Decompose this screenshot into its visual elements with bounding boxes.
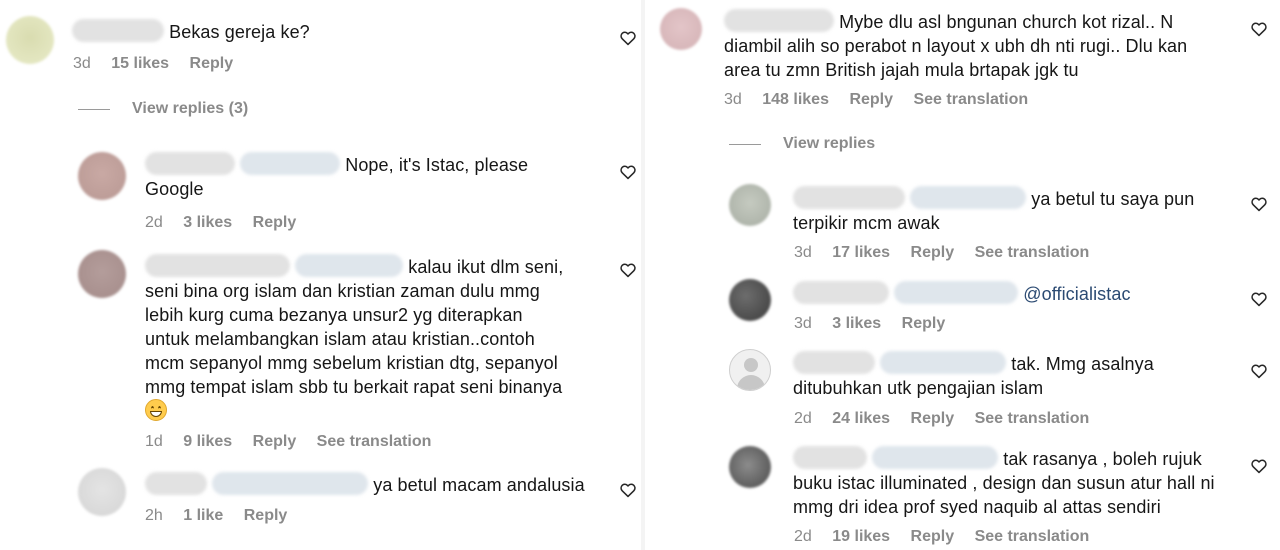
blurred-mention[interactable]: [880, 351, 1007, 374]
view-replies-button[interactable]: View replies: [729, 135, 875, 153]
reply-button[interactable]: Reply: [190, 55, 234, 72]
grinning-face-emoji: [145, 399, 167, 421]
see-translation-button[interactable]: See translation: [975, 410, 1090, 427]
reply-button[interactable]: Reply: [902, 315, 946, 332]
comment-text: tak. Mmg asalnya ditubuhkan utk pengajia…: [793, 351, 1233, 400]
avatar[interactable]: [78, 250, 126, 298]
avatar[interactable]: [660, 8, 702, 50]
likes-count[interactable]: 19 likes: [832, 528, 890, 545]
reply-button[interactable]: Reply: [911, 244, 955, 261]
likes-count[interactable]: 1 like: [183, 507, 223, 524]
heart-icon[interactable]: [619, 163, 637, 181]
view-replies-label: View replies (3): [132, 100, 249, 117]
reply-button[interactable]: Reply: [911, 410, 955, 427]
comment-time: 2d: [794, 410, 812, 427]
comment-meta: 2d 24 likes Reply See translation: [794, 409, 1105, 429]
likes-count[interactable]: 148 likes: [762, 91, 829, 108]
heart-icon[interactable]: [1250, 290, 1268, 308]
comment-time: 2d: [145, 214, 163, 231]
comment-meta: 3d 3 likes Reply: [794, 314, 961, 334]
heart-icon[interactable]: [619, 481, 637, 499]
comment-text: ya betul macam andalusia: [145, 472, 615, 497]
comment-text: Nope, it's Istac, please Google: [145, 152, 605, 201]
heart-icon[interactable]: [1250, 20, 1268, 38]
avatar[interactable]: [729, 279, 771, 321]
comment-text: Bekas gereja ke?: [72, 19, 592, 44]
view-replies-button[interactable]: View replies (3): [78, 100, 248, 118]
reply-button[interactable]: Reply: [253, 433, 297, 450]
blurred-username[interactable]: [793, 351, 875, 374]
comment-time: 1d: [145, 433, 163, 450]
blurred-mention[interactable]: [295, 254, 404, 277]
see-translation-button[interactable]: See translation: [975, 528, 1090, 545]
see-translation-button[interactable]: See translation: [317, 433, 432, 450]
heart-icon[interactable]: [1250, 457, 1268, 475]
right-comments-panel: Mybe dlu asl bngunan church kot rizal.. …: [645, 0, 1280, 550]
likes-count[interactable]: 3 likes: [832, 315, 881, 332]
comment-text: Mybe dlu asl bngunan church kot rizal.. …: [724, 9, 1244, 82]
comment-meta: 3d 17 likes Reply See translation: [794, 243, 1105, 263]
avatar[interactable]: [6, 16, 54, 64]
comment-text: ya betul tu saya pun terpikir mcm awak: [793, 186, 1233, 235]
blurred-username[interactable]: [793, 446, 867, 469]
heart-icon[interactable]: [619, 261, 637, 279]
blurred-mention[interactable]: [894, 281, 1019, 304]
comment-meta: 2h 1 like Reply: [145, 506, 303, 526]
view-replies-label: View replies: [783, 135, 876, 152]
comment-time: 2h: [145, 507, 163, 524]
blurred-username[interactable]: [145, 472, 207, 495]
mention-link[interactable]: @officialistac: [1023, 284, 1130, 304]
comment-meta: 3d 148 likes Reply See translation: [724, 90, 1044, 110]
likes-count[interactable]: 9 likes: [183, 433, 232, 450]
blurred-mention[interactable]: [910, 186, 1027, 209]
avatar[interactable]: [729, 446, 771, 488]
see-translation-button[interactable]: See translation: [975, 244, 1090, 261]
heart-icon[interactable]: [619, 29, 637, 47]
comment-meta: 1d 9 likes Reply See translation: [145, 432, 447, 452]
avatar[interactable]: [729, 184, 771, 226]
avatar[interactable]: [78, 152, 126, 200]
comment-time: 3d: [794, 315, 812, 332]
reply-button[interactable]: Reply: [244, 507, 288, 524]
comment-meta: 3d 15 likes Reply: [73, 54, 249, 74]
reply-button[interactable]: Reply: [911, 528, 955, 545]
comment-time: 3d: [794, 244, 812, 261]
left-comments-panel: Bekas gereja ke? 3d 15 likes Reply View …: [0, 0, 641, 550]
comment-meta: 2d 3 likes Reply: [145, 213, 312, 233]
likes-count[interactable]: 15 likes: [111, 55, 169, 72]
likes-count[interactable]: 24 likes: [832, 410, 890, 427]
comment-time: 2d: [794, 528, 812, 545]
see-translation-button[interactable]: See translation: [913, 91, 1028, 108]
comment-text: @officialistac: [793, 281, 1233, 306]
blurred-mention[interactable]: [212, 472, 369, 495]
likes-count[interactable]: 17 likes: [832, 244, 890, 261]
reply-button[interactable]: Reply: [849, 91, 893, 108]
blurred-username[interactable]: [145, 152, 235, 175]
blurred-mention[interactable]: [240, 152, 341, 175]
blurred-username[interactable]: [724, 9, 834, 32]
blurred-username[interactable]: [793, 281, 889, 304]
blurred-username[interactable]: [145, 254, 290, 277]
comment-time: 3d: [73, 55, 91, 72]
divider-line: [729, 143, 761, 145]
reply-button[interactable]: Reply: [253, 214, 297, 231]
divider-line: [78, 108, 110, 110]
avatar[interactable]: [78, 468, 126, 516]
blurred-username[interactable]: [793, 186, 905, 209]
comment-time: 3d: [724, 91, 742, 108]
default-user-avatar-icon[interactable]: [729, 349, 771, 391]
blurred-mention[interactable]: [872, 446, 999, 469]
heart-icon[interactable]: [1250, 362, 1268, 380]
comment-text: kalau ikut dlm seni, seni bina org islam…: [145, 254, 605, 423]
blurred-username[interactable]: [72, 19, 164, 42]
comment-meta: 2d 19 likes Reply See translation: [794, 527, 1105, 547]
likes-count[interactable]: 3 likes: [183, 214, 232, 231]
heart-icon[interactable]: [1250, 195, 1268, 213]
comment-text: tak rasanya , boleh rujuk buku istac ill…: [793, 446, 1243, 519]
